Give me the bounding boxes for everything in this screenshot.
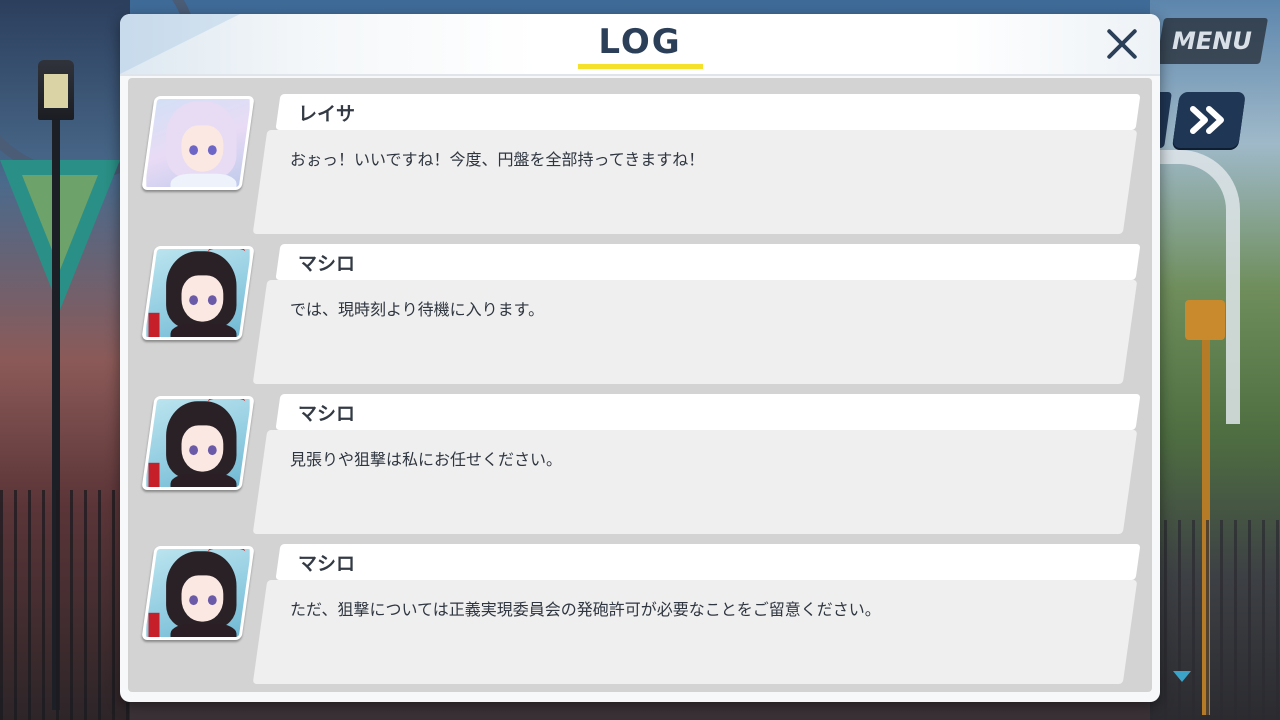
scroll-down-icon[interactable] [1173,671,1191,682]
dialogue-text: 見張りや狙撃は私にお任せください。 [290,450,563,469]
iron-fence-right [1150,520,1280,720]
mashiro-portrait [141,546,255,640]
mashiro-portrait [141,396,255,490]
pennant-flag-inner [22,175,98,270]
speaker-name: マシロ [298,403,356,425]
iron-fence-left [0,490,130,720]
log-modal: LOG レイサ おぉっ！いいですね！今度、円盤を全部持ってきますね！ マシロ で… [120,14,1160,702]
title-underline [578,64,703,69]
log-entry: マシロ では、現時刻より待機に入ります。 [128,234,1152,384]
dialogue-text: おぉっ！いいですね！今度、円盤を全部持ってきますね！ [290,150,705,169]
log-list[interactable]: レイサ おぉっ！いいですね！今度、円盤を全部持ってきますね！ マシロ では、現時… [128,78,1152,692]
log-entry: マシロ 見張りや狙撃は私にお任せください。 [128,384,1152,534]
fast-forward-icon [1190,106,1224,134]
speaker-name: レイサ [298,103,356,125]
reisa-portrait [141,96,255,190]
speaker-name-bar [275,394,1141,430]
speaker-name: マシロ [298,253,356,275]
street-lamp-glass [44,74,68,108]
menu-button[interactable]: MENU [1155,18,1269,64]
log-entry: レイサ おぉっ！いいですね！今度、円盤を全部持ってきますね！ [128,84,1152,234]
log-header: LOG [120,14,1160,76]
menu-label: MENU [1172,27,1252,55]
dialogue-text: では、現時刻より待機に入ります。 [290,300,545,319]
speaker-name-bar [275,94,1141,130]
speaker-name-bar [275,244,1141,280]
log-entry: マシロ ただ、狙撃については正義実現委員会の発砲許可が必要なことをご留意ください… [128,534,1152,684]
close-icon[interactable] [1102,24,1142,64]
golden-lamp [1185,300,1225,340]
speaker-name-bar [275,544,1141,580]
log-title: LOG [598,22,682,62]
fast-forward-button[interactable] [1172,92,1246,148]
speaker-name: マシロ [298,553,356,575]
dialogue-text: ただ、狙撃については正義実現委員会の発砲許可が必要なことをご留意ください。 [290,600,881,619]
mashiro-portrait [141,246,255,340]
